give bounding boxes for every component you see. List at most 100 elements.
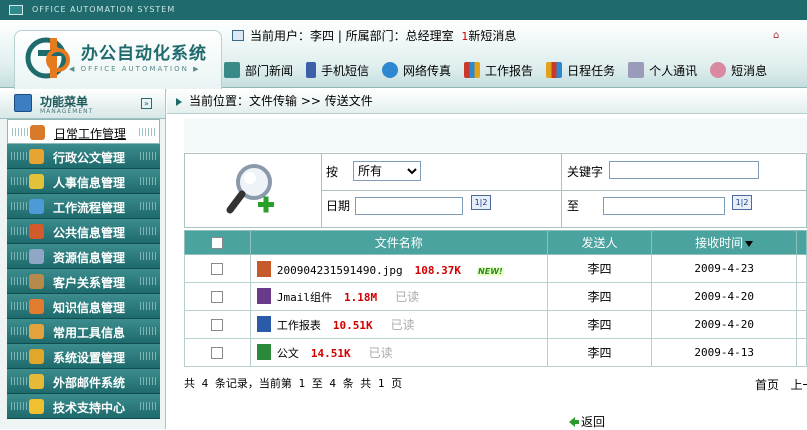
grip-right-icon — [140, 402, 156, 410]
sidebar: 功能菜单 MANAGEMENT » 日常工作管理 行政公文管理 人事信息管理 工作流程… — [0, 89, 166, 429]
by-select[interactable]: 所有 — [353, 161, 421, 181]
header-sender[interactable]: 发送人 — [546, 230, 653, 255]
header-date[interactable]: 接收时间 — [651, 230, 797, 255]
file-type-icon — [256, 316, 271, 332]
sidebar-item-label: 工作流程管理 — [53, 201, 126, 215]
extra-cell — [796, 282, 807, 311]
filename-link[interactable]: 公文 — [277, 347, 299, 360]
extra-cell — [796, 338, 807, 367]
row-checkbox[interactable] — [211, 263, 224, 275]
row-checkbox[interactable] — [211, 319, 224, 331]
row-checkbox[interactable] — [211, 347, 224, 359]
filename-link[interactable]: Jmail组件 — [277, 291, 332, 304]
sidebar-item-5[interactable]: 公共信息管理 — [7, 219, 160, 244]
monitor-icon — [9, 5, 23, 15]
sidebar-item-label: 常用工具信息 — [53, 326, 126, 340]
sidebar-item-2[interactable]: 行政公文管理 — [7, 144, 160, 169]
logo: 办公自动化系统 ◀ OFFICE AUTOMATION ▶ — [14, 30, 222, 92]
users-icon — [29, 174, 44, 189]
select-all-checkbox[interactable] — [211, 237, 224, 249]
table-row[interactable]: 200904231591490.jpg 108.37K NEW! 李四 2009-4-2… — [184, 254, 807, 283]
date-cell: 2009-4-20 — [651, 282, 797, 311]
filename-cell: Jmail组件 1.18M 已读 — [249, 282, 548, 311]
topnav-item-report[interactable]: 工作报告 — [464, 60, 533, 80]
date-cell: 2009-4-23 — [651, 254, 797, 283]
sidebar-item-1[interactable]: 日常工作管理 — [7, 119, 160, 144]
phone-icon — [306, 62, 317, 78]
back-link[interactable]: 返回 — [569, 413, 605, 430]
grip-right-icon — [140, 302, 156, 310]
sms-link[interactable]: 新短消息 — [468, 29, 516, 43]
sidebar-item-label: 知识信息管理 — [53, 301, 126, 315]
home-icon[interactable]: ⌂ — [773, 30, 779, 41]
user-info-text: 当前用户：李四 | 所属部门：总经理室 — [250, 29, 454, 43]
breadcrumb-text: 当前位置：文件传输 >> 传送文件 — [189, 94, 373, 108]
sidebar-item-9[interactable]: 常用工具信息 — [7, 319, 160, 344]
search-panel: 按 所有 关键字 日期 1|2 至 1|2 — [184, 153, 807, 228]
grip-left-icon — [11, 177, 27, 185]
mail-icon — [29, 374, 44, 389]
row-select-cell — [184, 254, 251, 283]
topnav-item-messages[interactable]: 短消息 — [710, 60, 767, 80]
sidebar-item-8[interactable]: 知识信息管理 — [7, 294, 160, 319]
calendar-icon — [546, 62, 563, 78]
new-badge: NEW! — [477, 266, 504, 276]
date-from-input[interactable] — [355, 197, 463, 215]
sidebar-item-4[interactable]: 工作流程管理 — [7, 194, 160, 219]
filename-link[interactable]: 工作报表 — [277, 319, 321, 332]
sidebar-item-3[interactable]: 人事信息管理 — [7, 169, 160, 194]
read-status: 已读 — [395, 290, 420, 304]
sidebar-item-label: 公共信息管理 — [53, 226, 126, 240]
topnav-item-contacts[interactable]: 个人通讯 — [628, 60, 697, 80]
header-filename[interactable]: 文件名称 — [249, 230, 548, 255]
file-type-icon — [256, 344, 271, 360]
filename-link[interactable]: 200904231591490.jpg — [277, 264, 403, 277]
filename-cell: 200904231591490.jpg 108.37K NEW! — [249, 254, 548, 283]
date-to-input[interactable] — [603, 197, 725, 215]
grip-left-icon — [11, 252, 27, 260]
globe-icon — [29, 224, 44, 239]
grip-right-icon — [140, 152, 156, 160]
table-row[interactable]: 工作报表 10.51K 已读 李四 2009-4-20 — [184, 310, 807, 339]
sidebar-item-label: 客户关系管理 — [53, 276, 126, 290]
sidebar-item-10[interactable]: 系统设置管理 — [7, 344, 160, 369]
grip-right-icon — [140, 252, 156, 260]
arrow-right-icon — [176, 98, 182, 106]
table-row[interactable]: Jmail组件 1.18M 已读 李四 2009-4-20 — [184, 282, 807, 311]
topnav-item-news[interactable]: 部门新闻 — [224, 60, 293, 80]
sidebar-item-12[interactable]: 技术支持中心 — [7, 394, 160, 419]
sort-desc-icon — [745, 241, 754, 247]
grip-right-icon — [139, 128, 155, 136]
grip-left-icon — [11, 302, 27, 310]
topnav-item-sms[interactable]: 手机短信 — [306, 60, 369, 80]
topnav-item-fax[interactable]: 网络传真 — [382, 60, 451, 80]
row-select-cell — [184, 282, 251, 311]
grip-right-icon — [140, 352, 156, 360]
topnav-item-schedule[interactable]: 日程任务 — [546, 60, 615, 80]
menu-icon — [14, 94, 32, 112]
sidebar-item-7[interactable]: 客户关系管理 — [7, 269, 160, 294]
by-label: 按 — [326, 165, 339, 179]
first-page-link[interactable]: 首页 — [755, 378, 779, 392]
sidebar-item-11[interactable]: 外部邮件系统 — [7, 369, 160, 394]
grip-right-icon — [140, 227, 156, 235]
to-label: 至 — [567, 199, 580, 213]
prev-page-link[interactable]: 上一 — [790, 378, 807, 392]
read-status: 已读 — [368, 346, 393, 360]
calendar-from-icon[interactable]: 1|2 — [471, 195, 491, 210]
sidebar-item-label: 日常工作管理 — [54, 127, 127, 141]
sidebar-item-label: 资源信息管理 — [53, 251, 126, 265]
breadcrumb: 当前位置：文件传输 >> 传送文件 — [167, 89, 807, 114]
grip-left-icon — [11, 377, 27, 385]
table-row[interactable]: 公文 14.51K 已读 李四 2009-4-13 — [184, 338, 807, 367]
calendar-to-icon[interactable]: 1|2 — [732, 195, 752, 210]
content-band — [184, 118, 807, 152]
sidebar-item-label: 人事信息管理 — [53, 176, 126, 190]
grip-left-icon — [11, 277, 27, 285]
sidebar-item-6[interactable]: 资源信息管理 — [7, 244, 160, 269]
keyword-input[interactable] — [609, 161, 759, 179]
row-checkbox[interactable] — [211, 291, 224, 303]
sidebar-item-label: 外部邮件系统 — [53, 376, 126, 390]
collapse-icon[interactable]: » — [141, 98, 152, 109]
file-type-icon — [256, 288, 271, 304]
